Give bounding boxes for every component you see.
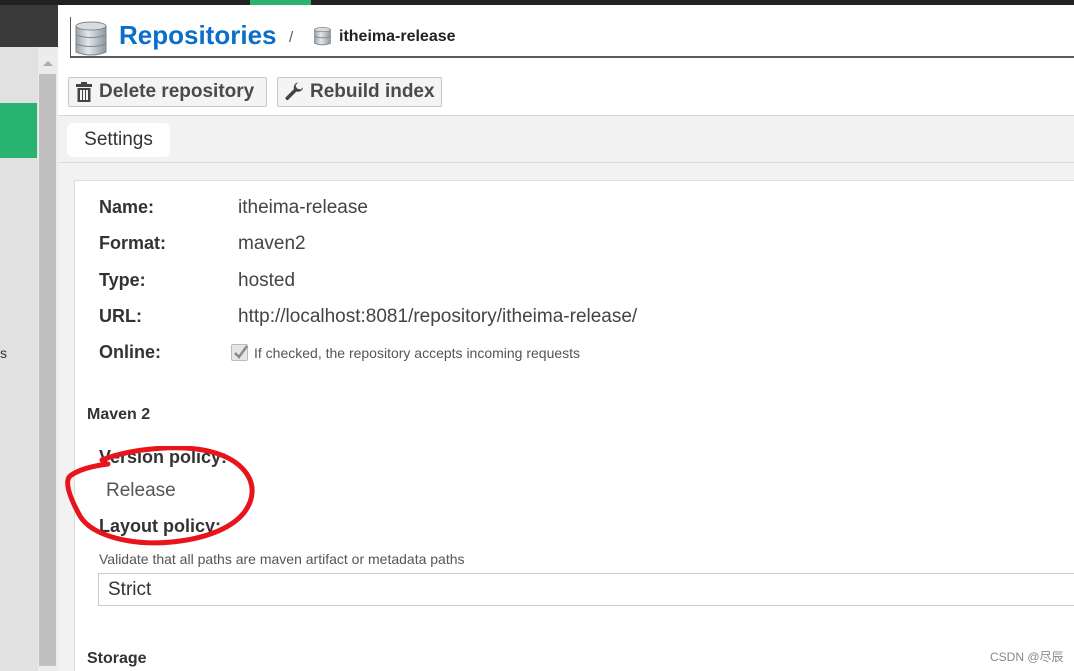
delete-repository-button[interactable]: Delete repository (68, 77, 267, 107)
version-policy-label: Version policy: (99, 447, 228, 467)
type-label: Type: (99, 270, 146, 290)
layout-policy-value: Strict (108, 578, 152, 600)
type-value: hosted (238, 270, 296, 291)
tab-settings[interactable]: Settings (67, 123, 170, 157)
sidebar-item-active[interactable] (0, 103, 37, 158)
scrollbar-thumb[interactable] (39, 74, 56, 666)
trash-icon (76, 82, 92, 102)
name-value: itheima-release (238, 197, 368, 218)
database-icon (75, 21, 107, 56)
layout-policy-label: Layout policy: (99, 516, 222, 536)
online-help-text: If checked, the repository accepts incom… (254, 345, 581, 361)
sidebar-item-text-fragment: s (0, 345, 7, 361)
page-title[interactable]: Repositories (119, 20, 277, 51)
url-value[interactable]: http://localhost:8081/repository/itheima… (238, 306, 637, 328)
rebuild-index-button[interactable]: Rebuild index (277, 77, 442, 107)
rebuild-index-label: Rebuild index (310, 81, 435, 102)
layout-policy-select[interactable]: Strict (98, 573, 1074, 606)
scroll-up-arrow-icon[interactable] (43, 61, 53, 66)
checkmark-icon (234, 345, 248, 359)
watermark: CSDN @尽辰 (990, 650, 1064, 664)
wrench-icon (285, 82, 303, 101)
storage-section-title: Storage (87, 650, 147, 667)
format-value: maven2 (238, 233, 306, 254)
main-content: Repositories / itheima-release Delete re… (58, 5, 1074, 671)
format-label: Format: (99, 233, 166, 253)
breadcrumb-current: itheima-release (339, 28, 456, 45)
url-label: URL: (99, 306, 142, 326)
sidebar: s (0, 5, 58, 671)
sidebar-header (0, 5, 58, 47)
online-checkbox[interactable] (231, 344, 248, 361)
sidebar-scrollbar[interactable] (38, 47, 58, 671)
maven-section-title: Maven 2 (87, 406, 151, 423)
toolbar: Delete repository Rebuild index (58, 58, 1074, 116)
delete-repository-label: Delete repository (99, 81, 255, 102)
version-policy-value: Release (106, 480, 176, 501)
name-label: Name: (99, 197, 155, 217)
tab-bar: Settings (58, 116, 1074, 163)
breadcrumb-separator: / (289, 29, 294, 46)
settings-panel: Name: itheima-release Format: maven2 Typ… (74, 180, 1074, 671)
online-label: Online: (99, 342, 161, 362)
page-header: Repositories / itheima-release (70, 17, 1074, 58)
layout-policy-help: Validate that all paths are maven artifa… (99, 551, 465, 567)
repository-icon (314, 27, 331, 46)
